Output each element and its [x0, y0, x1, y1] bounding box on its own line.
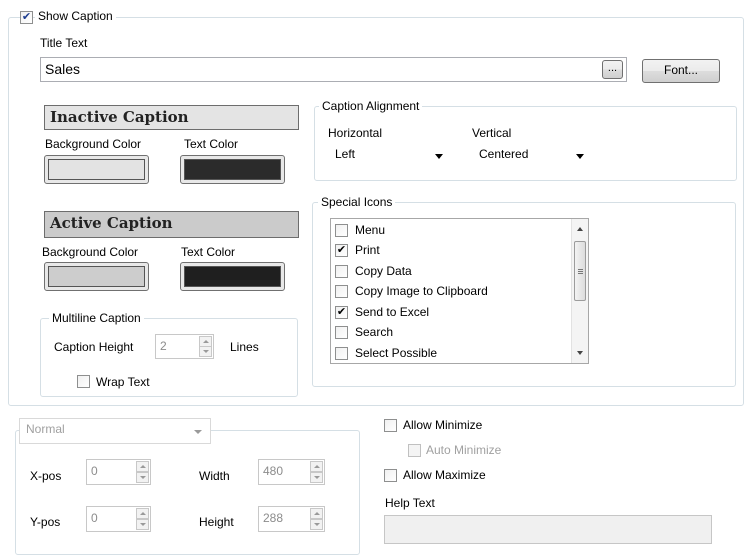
special-icons-legend: Special Icons	[318, 195, 396, 209]
help-text-input[interactable]	[384, 515, 712, 544]
print-checkbox[interactable]: ✔	[335, 244, 348, 257]
horizontal-select-value: Left	[335, 147, 356, 161]
ypos-value: 0	[91, 511, 98, 525]
xpos-spinner[interactable]: 0	[86, 459, 151, 485]
list-item-label: Select Possible	[355, 346, 438, 360]
title-text-label: Title Text	[40, 36, 88, 50]
list-item-label: Menu	[355, 223, 386, 237]
ypos-label: Y-pos	[30, 515, 61, 529]
spinner-up-icon[interactable]	[136, 508, 149, 519]
auto-minimize-checkbox[interactable]	[408, 444, 421, 457]
xpos-value: 0	[91, 464, 98, 478]
allow-maximize-checkbox[interactable]	[384, 469, 397, 482]
list-item[interactable]: ✔ Print	[333, 241, 568, 261]
allow-maximize-label: Allow Maximize	[403, 468, 486, 482]
inactive-caption-preview: Inactive Caption	[44, 105, 299, 130]
active-bg-color-swatch	[48, 266, 145, 287]
title-text-input[interactable]: Sales	[40, 57, 627, 82]
auto-minimize-label: Auto Minimize	[426, 443, 502, 457]
multiline-caption-legend: Multiline Caption	[49, 311, 144, 325]
list-item-label: Search	[355, 325, 394, 339]
list-item[interactable]: Copy Image to Clipboard	[333, 282, 568, 302]
position-mode-value: Normal	[26, 422, 65, 436]
height-spinner[interactable]: 288	[258, 506, 325, 532]
caption-height-value: 2	[160, 339, 167, 353]
width-spinner[interactable]: 480	[258, 459, 325, 485]
copy-image-checkbox[interactable]	[335, 285, 348, 298]
chevron-down-icon	[576, 154, 584, 159]
list-item-label: Send to Excel	[355, 305, 430, 319]
inactive-bg-color-label: Background Color	[45, 137, 142, 151]
copy-data-checkbox[interactable]	[335, 265, 348, 278]
active-bg-color-button[interactable]	[44, 262, 149, 291]
search-checkbox[interactable]	[335, 326, 348, 339]
position-mode-select[interactable]: Normal	[19, 418, 211, 444]
vertical-label: Vertical	[472, 126, 512, 140]
caption-height-label: Caption Height	[54, 340, 134, 354]
caption-height-spinner[interactable]: 2	[155, 334, 214, 359]
width-label: Width	[199, 469, 230, 483]
title-expression-button[interactable]: ...	[602, 60, 623, 79]
height-value: 288	[263, 511, 284, 525]
list-item-label: Copy Image to Clipboard	[355, 284, 488, 298]
horizontal-select[interactable]: Left	[328, 143, 452, 169]
list-item[interactable]: Copy Data	[333, 262, 568, 282]
list-item[interactable]: Select Possible	[333, 344, 568, 363]
send-to-excel-checkbox[interactable]: ✔	[335, 306, 348, 319]
width-value: 480	[263, 464, 284, 478]
lines-label: Lines	[230, 340, 259, 354]
list-item[interactable]: ✔ Send to Excel	[333, 303, 568, 323]
inactive-text-color-button[interactable]	[180, 155, 285, 184]
xpos-label: X-pos	[30, 469, 62, 483]
list-item[interactable]: Menu	[333, 221, 568, 241]
scroll-up-icon[interactable]	[577, 227, 583, 231]
help-text-label: Help Text	[385, 496, 435, 510]
allow-minimize-checkbox[interactable]	[384, 419, 397, 432]
horizontal-label: Horizontal	[328, 126, 383, 140]
inactive-bg-color-swatch	[48, 159, 145, 180]
caption-alignment-legend: Caption Alignment	[319, 99, 423, 113]
inactive-text-color-swatch	[184, 159, 281, 180]
spinner-down-icon[interactable]	[199, 346, 212, 357]
spinner-down-icon[interactable]	[136, 519, 149, 530]
wrap-text-checkbox[interactable]	[77, 375, 90, 388]
spinner-down-icon[interactable]	[310, 472, 323, 483]
inactive-text-color-label: Text Color	[184, 137, 239, 151]
list-item[interactable]: Search	[333, 323, 568, 343]
chevron-down-icon	[435, 154, 443, 159]
menu-checkbox[interactable]	[335, 224, 348, 237]
list-item-label: Print	[355, 243, 380, 257]
wrap-text-label: Wrap Text	[96, 375, 150, 389]
chevron-down-icon	[194, 430, 202, 434]
select-possible-checkbox[interactable]	[335, 347, 348, 360]
show-caption-checkbox[interactable]: ✔	[20, 11, 33, 24]
show-caption-label[interactable]: Show Caption	[35, 9, 116, 23]
inactive-bg-color-button[interactable]	[44, 155, 149, 184]
height-label: Height	[199, 515, 234, 529]
spinner-down-icon[interactable]	[136, 472, 149, 483]
active-text-color-swatch	[184, 266, 281, 287]
spinner-up-icon[interactable]	[310, 508, 323, 519]
list-item-label: Copy Data	[355, 264, 412, 278]
vertical-select-value: Centered	[479, 147, 529, 161]
active-text-color-button[interactable]	[180, 262, 285, 291]
active-text-color-label: Text Color	[181, 245, 236, 259]
spinner-up-icon[interactable]	[310, 461, 323, 472]
scroll-down-icon[interactable]	[577, 351, 583, 355]
ypos-spinner[interactable]: 0	[86, 506, 151, 532]
position-group	[15, 430, 360, 555]
list-scrollbar[interactable]	[571, 219, 588, 363]
vertical-select[interactable]: Centered	[472, 143, 593, 169]
active-caption-preview: Active Caption	[44, 211, 299, 238]
spinner-down-icon[interactable]	[310, 519, 323, 530]
active-bg-color-label: Background Color	[42, 245, 139, 259]
font-button[interactable]: Font...	[642, 59, 720, 83]
scroll-thumb[interactable]	[574, 241, 586, 301]
special-icons-list[interactable]: Menu ✔ Print Copy Data Copy Image to Cli…	[330, 218, 589, 364]
spinner-up-icon[interactable]	[136, 461, 149, 472]
allow-minimize-label: Allow Minimize	[403, 418, 483, 432]
